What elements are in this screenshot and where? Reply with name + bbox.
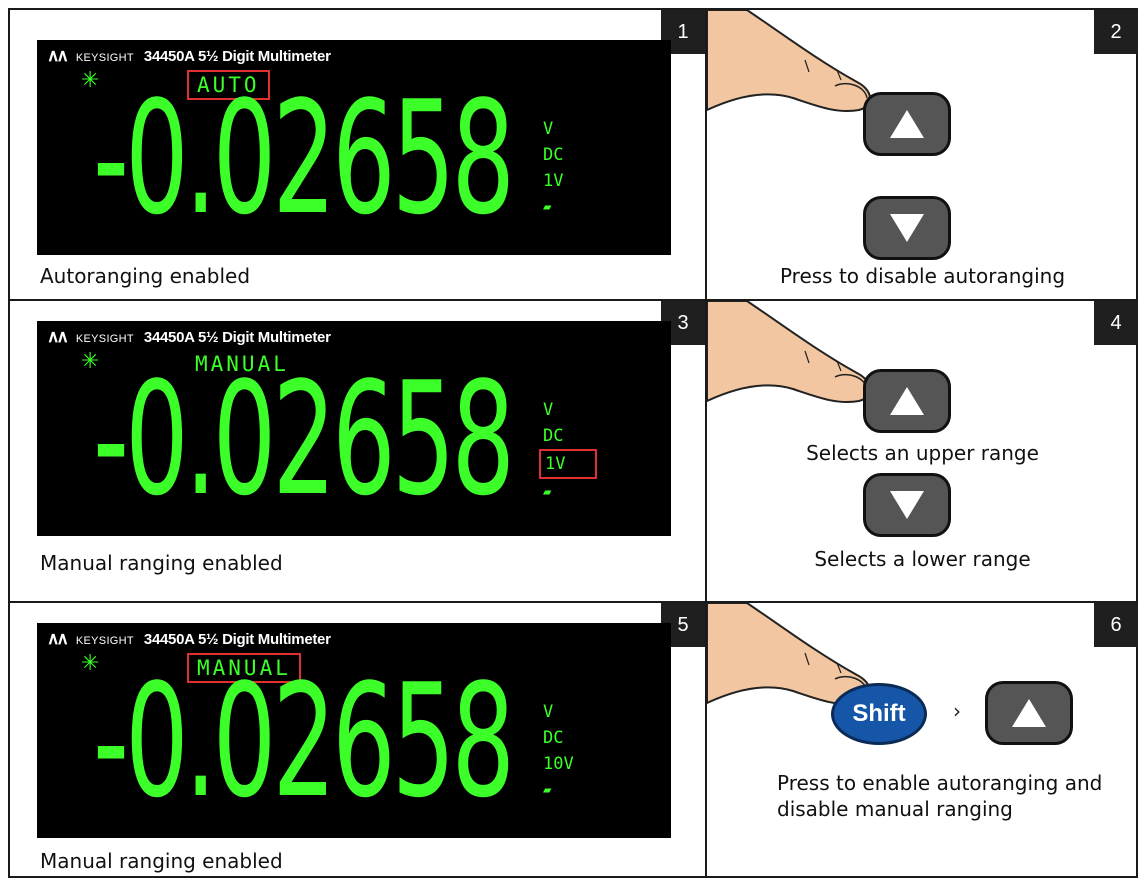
- sequence-separator: ›: [953, 699, 961, 723]
- up-arrow-icon: [1012, 699, 1046, 727]
- multimeter-display: ∧∧ KEYSIGHT 34450A 5½ Digit Multimeter ✳…: [37, 321, 671, 536]
- range-label: 1V: [543, 171, 564, 191]
- unit-annunciators: V DC 1V ▰: [539, 397, 597, 505]
- finger-icon: [707, 10, 871, 113]
- status-glyph-icon: ▰: [543, 484, 552, 500]
- unit-label: V: [543, 702, 554, 722]
- model-name: 34450A 5½ Digit Multimeter: [143, 48, 331, 65]
- multimeter-display: ∧∧ KEYSIGHT 34450A 5½ Digit Multimeter ✳…: [37, 40, 671, 255]
- multimeter-display: ∧∧ KEYSIGHT 34450A 5½ Digit Multimeter ✳…: [37, 623, 671, 838]
- coupling-label: DC: [543, 728, 564, 748]
- panel-4: 4 Selects an upper range Selects a lower…: [707, 301, 1138, 601]
- range-label: 10V: [543, 754, 574, 774]
- down-arrow-icon: [890, 214, 924, 242]
- panel-caption: Autoranging enabled: [40, 264, 251, 288]
- unit-label: V: [543, 119, 554, 139]
- unit-annunciators: V DC 1V ▰: [539, 116, 567, 220]
- up-arrow-icon: [890, 110, 924, 138]
- up-key-button[interactable]: [863, 369, 951, 433]
- measurement-reading: -0.02658: [93, 348, 515, 530]
- panel-caption: Press to disable autoranging: [779, 264, 1066, 288]
- panel-1: 1 ∧∧ KEYSIGHT 34450A 5½ Digit Multimeter…: [10, 10, 705, 299]
- panel-caption-line2: disable manual ranging: [777, 797, 1013, 821]
- up-key-button[interactable]: [985, 681, 1073, 745]
- range-label: 1V: [539, 449, 597, 479]
- step-number-badge: 2: [1094, 10, 1138, 54]
- measurement-reading: -0.02658: [93, 67, 515, 249]
- keysight-logo-icon: ∧∧: [47, 46, 69, 65]
- down-key-button[interactable]: [863, 473, 951, 537]
- brand-name: KEYSIGHT: [75, 52, 134, 64]
- brand-header: ∧∧ KEYSIGHT 34450A 5½ Digit Multimeter: [47, 327, 331, 347]
- step-number-badge: 4: [1094, 301, 1138, 345]
- model-name: 34450A 5½ Digit Multimeter: [143, 631, 331, 648]
- up-key-button[interactable]: [863, 92, 951, 156]
- panel-caption-line1: Press to enable autoranging and: [777, 771, 1103, 795]
- coupling-label: DC: [543, 426, 564, 446]
- panel-6: 6 Shift › Press to enable autoranging an…: [707, 603, 1138, 878]
- up-key-caption: Selects an upper range: [806, 441, 1039, 465]
- panel-caption: Manual ranging enabled: [40, 849, 283, 873]
- down-key-button[interactable]: [863, 196, 951, 260]
- up-arrow-icon: [890, 387, 924, 415]
- keysight-logo-icon: ∧∧: [47, 629, 69, 648]
- coupling-label: DC: [543, 145, 564, 165]
- unit-label: V: [543, 400, 554, 420]
- keysight-logo-icon: ∧∧: [47, 327, 69, 346]
- down-arrow-icon: [890, 491, 924, 519]
- finger-icon: [707, 301, 871, 404]
- brand-header: ∧∧ KEYSIGHT 34450A 5½ Digit Multimeter: [47, 629, 331, 649]
- panel-2: 2 Press to disable autoranging: [707, 10, 1138, 299]
- panel-5: 5 ∧∧ KEYSIGHT 34450A 5½ Digit Multimeter…: [10, 603, 705, 878]
- brand-name: KEYSIGHT: [75, 333, 134, 345]
- status-glyph-icon: ▰: [543, 199, 552, 215]
- status-glyph-icon: ▰: [543, 782, 552, 798]
- panel-caption: Manual ranging enabled: [40, 551, 283, 575]
- down-key-caption: Selects a lower range: [814, 547, 1031, 571]
- shift-key-button[interactable]: Shift: [831, 683, 927, 745]
- panel-3: 3 ∧∧ KEYSIGHT 34450A 5½ Digit Multimeter…: [10, 301, 705, 601]
- instruction-grid: 1 ∧∧ KEYSIGHT 34450A 5½ Digit Multimeter…: [8, 8, 1138, 878]
- measurement-reading: -0.02658: [93, 650, 515, 832]
- model-name: 34450A 5½ Digit Multimeter: [143, 329, 331, 346]
- brand-name: KEYSIGHT: [75, 635, 134, 647]
- step-number-badge: 6: [1094, 603, 1138, 647]
- brand-header: ∧∧ KEYSIGHT 34450A 5½ Digit Multimeter: [47, 46, 331, 66]
- unit-annunciators: V DC 10V ▰: [539, 699, 578, 803]
